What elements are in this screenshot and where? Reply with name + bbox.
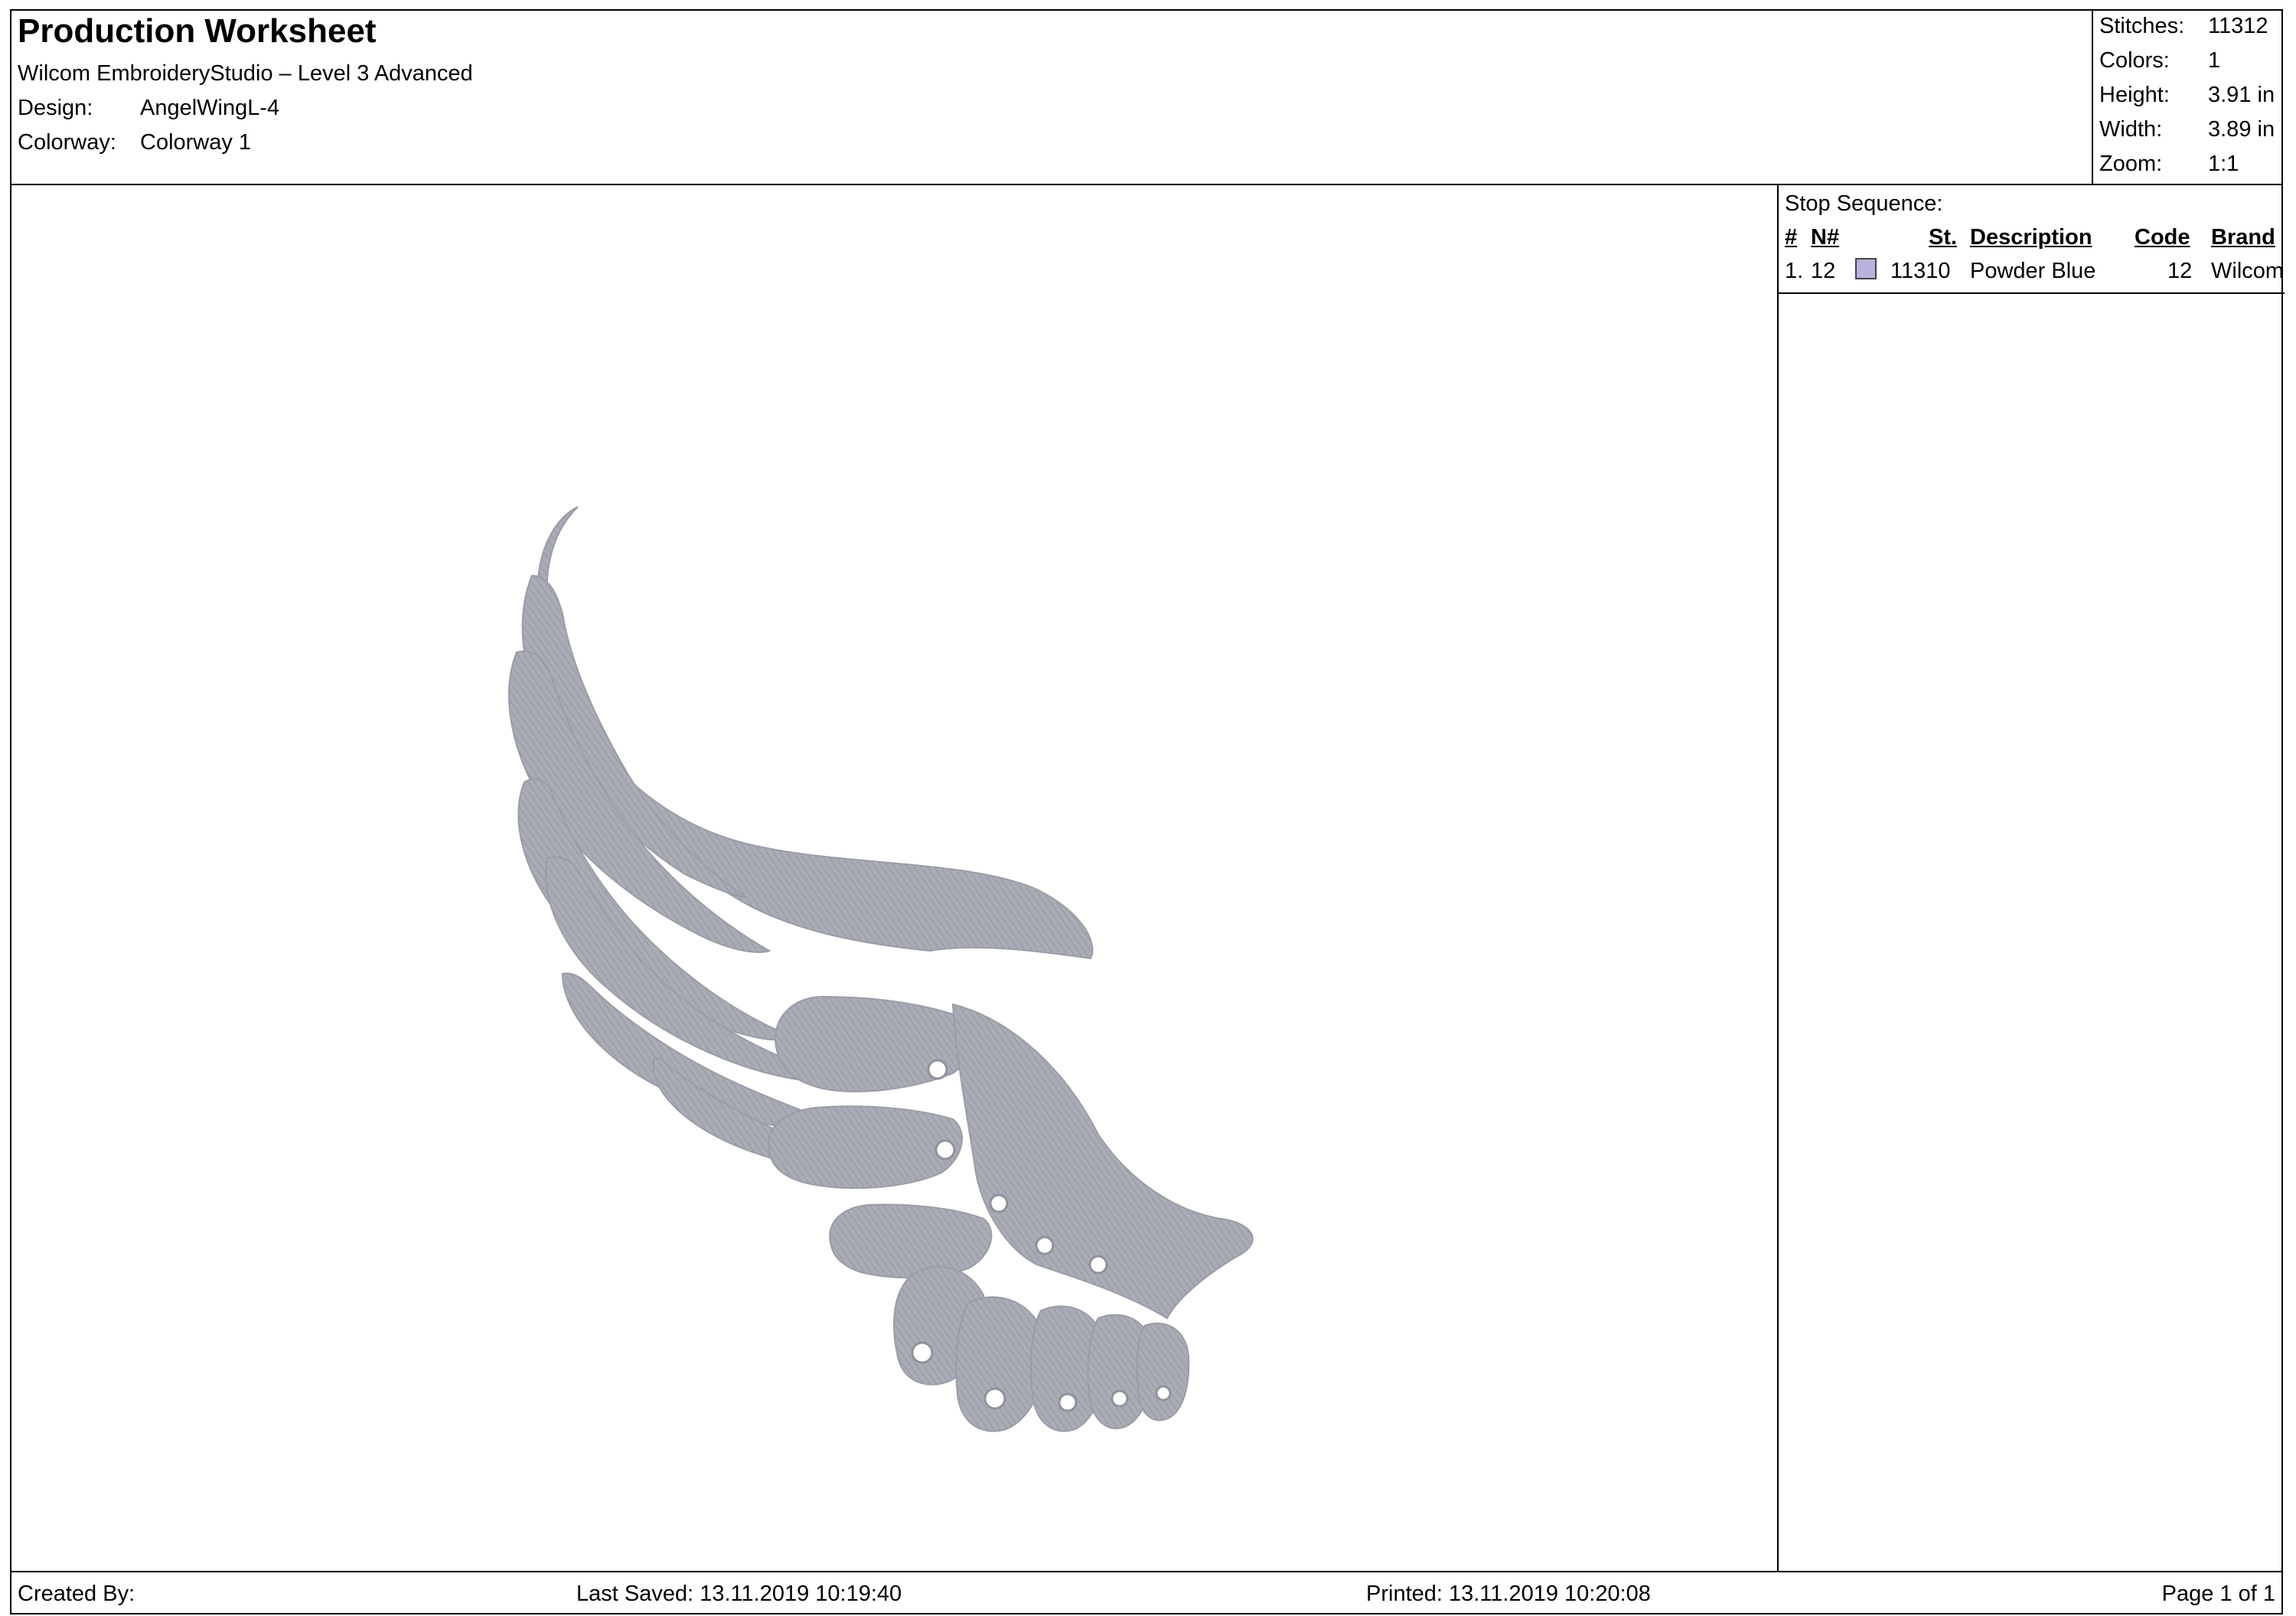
wing-finger-5 bbox=[1136, 1322, 1190, 1422]
col-header-needle: N# bbox=[1811, 225, 1840, 250]
colors-label: Colors: bbox=[2099, 48, 2170, 73]
worksheet: Production Worksheet Wilcom EmbroiderySt… bbox=[10, 9, 2285, 1614]
col-header-description: Description bbox=[1970, 225, 2092, 250]
wing-covert-1 bbox=[775, 995, 977, 1092]
color-swatch bbox=[1855, 258, 1877, 279]
row-num: 1. bbox=[1785, 259, 1804, 283]
row-needle: 12 bbox=[1811, 259, 1836, 283]
eyelet-4 bbox=[1035, 1236, 1055, 1255]
stop-sequence-title: Stop Sequence: bbox=[1785, 191, 1943, 216]
eyelet-5 bbox=[1088, 1255, 1108, 1275]
design-stats: Stitches: 11312 Colors: 1 Height: 3.91 i… bbox=[2092, 11, 2285, 184]
stitches-value: 11312 bbox=[2208, 14, 2268, 38]
stitches-label: Stitches: bbox=[2099, 14, 2185, 38]
row-stitches: 11310 bbox=[1890, 259, 1951, 283]
divider bbox=[1779, 292, 2285, 294]
col-header-code: Code bbox=[2135, 225, 2190, 250]
angel-wing-embroidery bbox=[508, 506, 1254, 1432]
col-header-num: # bbox=[1785, 225, 1798, 250]
design-label: Design: bbox=[18, 96, 93, 120]
eyelet-6 bbox=[911, 1341, 934, 1364]
stop-sequence-panel: Stop Sequence: # N# St. Description Code… bbox=[1777, 185, 2285, 1571]
eyelet-1 bbox=[927, 1059, 948, 1080]
last-saved: Last Saved: 13.11.2019 10:19:40 bbox=[576, 1582, 902, 1606]
page-number: Page 1 of 1 bbox=[2161, 1582, 2275, 1606]
worksheet-footer: Created By: Last Saved: 13.11.2019 10:19… bbox=[11, 1571, 2281, 1614]
printed-date: Printed: 13.11.2019 10:20:08 bbox=[1366, 1582, 1651, 1606]
row-brand: Wilcom bbox=[2211, 259, 2285, 283]
colorway-label: Colorway: bbox=[18, 130, 116, 155]
wing-covert-3 bbox=[829, 1203, 993, 1278]
col-header-brand: Brand bbox=[2211, 225, 2275, 250]
eyelet-3 bbox=[989, 1193, 1009, 1213]
colors-value: 1 bbox=[2208, 48, 2221, 73]
width-label: Width: bbox=[2099, 117, 2163, 142]
design-value: AngelWingL-4 bbox=[140, 96, 280, 120]
eyelet-9 bbox=[1110, 1389, 1129, 1408]
height-label: Height: bbox=[2099, 83, 2170, 107]
eyelet-7 bbox=[983, 1387, 1006, 1410]
zoom-label: Zoom: bbox=[2099, 152, 2163, 176]
row-description: Powder Blue bbox=[1970, 259, 2096, 283]
software-name: Wilcom EmbroideryStudio – Level 3 Advanc… bbox=[18, 61, 473, 86]
eyelet-10 bbox=[1155, 1385, 1172, 1402]
created-by: Created By: bbox=[18, 1582, 135, 1606]
row-code: 12 bbox=[2167, 259, 2193, 283]
eyelet-2 bbox=[934, 1139, 956, 1161]
width-value: 3.89 in bbox=[2208, 117, 2275, 142]
wing-leading-feather bbox=[536, 506, 1094, 960]
eyelet-8 bbox=[1058, 1392, 1078, 1412]
col-header-stitches: St. bbox=[1929, 225, 1958, 250]
zoom-value: 1:1 bbox=[2208, 152, 2239, 176]
page-title: Production Worksheet bbox=[18, 12, 377, 50]
colorway-value: Colorway 1 bbox=[140, 130, 252, 155]
wing-covert-2 bbox=[768, 1105, 963, 1189]
worksheet-header: Production Worksheet Wilcom EmbroiderySt… bbox=[11, 11, 2281, 185]
design-preview-canvas bbox=[11, 185, 1777, 1571]
height-value: 3.91 in bbox=[2208, 83, 2275, 107]
